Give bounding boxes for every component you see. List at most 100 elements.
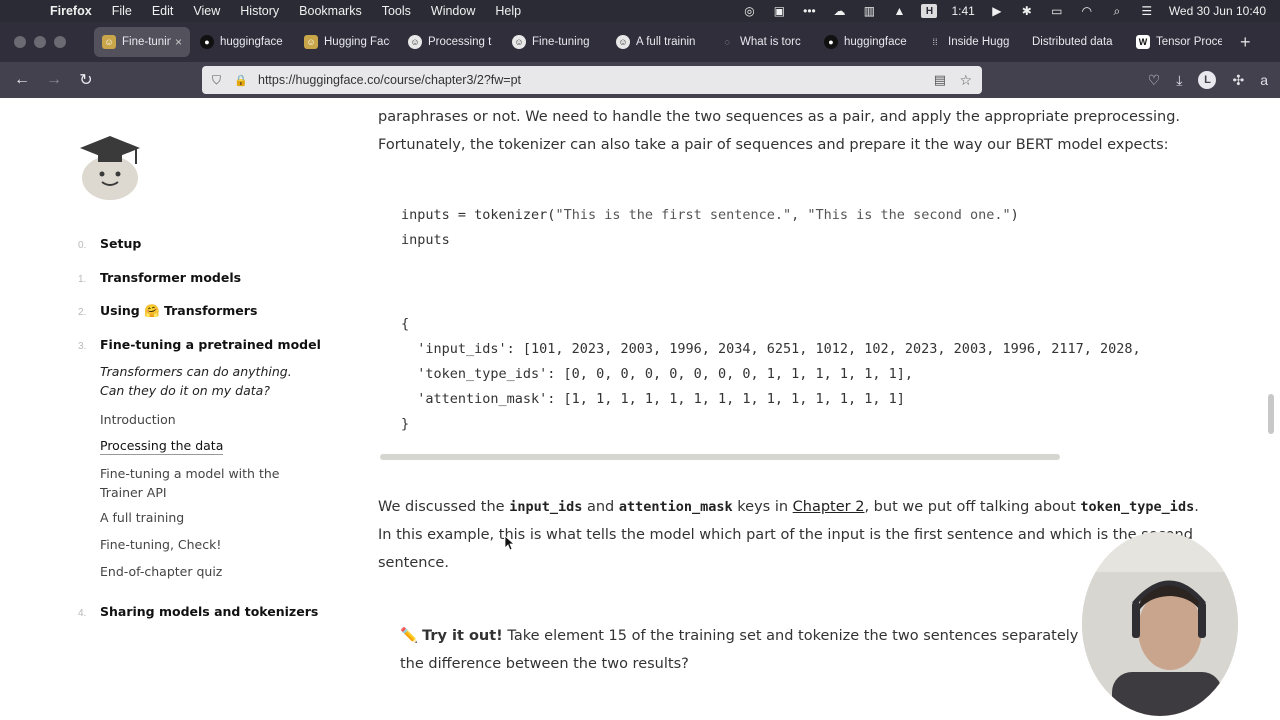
menu-bookmarks[interactable]: Bookmarks (299, 4, 362, 18)
cloud-upload-icon[interactable]: ☁ (831, 4, 847, 18)
sidebar-chapter-setup[interactable]: 0. Setup (78, 236, 141, 251)
tab-title: huggingface (220, 36, 283, 48)
chapter-label[interactable]: Sharing models and tokenizers (100, 604, 318, 619)
more-dots-icon[interactable]: ••• (801, 4, 817, 18)
hf-icon: ☺ (304, 35, 318, 49)
sidebar-chapter-sharing-models[interactable]: 4. Sharing models and tokenizers (78, 604, 318, 619)
creative-cloud-icon[interactable]: ◎ (741, 4, 757, 18)
hf-course-icon: ☺ (512, 35, 526, 49)
tab-fine-tuning-active[interactable]: ☺ Fine-tuning × (94, 27, 190, 57)
control-center-icon[interactable]: ☰ (1139, 4, 1155, 18)
sidebar-section-introduction[interactable]: Introduction (100, 410, 310, 429)
account-avatar[interactable]: L (1198, 71, 1217, 89)
tab-title: A full trainin (636, 36, 696, 48)
hours-app-icon[interactable]: H (921, 4, 938, 18)
sidebar-section-quiz[interactable]: End-of-chapter quiz (100, 562, 310, 581)
hf-icon: ☺ (102, 35, 116, 49)
downloads-icon[interactable]: ⤓ (1176, 72, 1182, 89)
menu-tools[interactable]: Tools (382, 4, 411, 18)
extensions-icon[interactable]: ✣ (1232, 72, 1244, 89)
tab-inside-hugging[interactable]: ⁞⁞ Inside Hugg (920, 27, 1022, 57)
bookmark-star-icon[interactable]: ☆ (959, 72, 972, 89)
address-bar[interactable]: ⛉ 🔒 https://huggingface.co/course/chapte… (202, 66, 982, 94)
tab-github-huggingface-2[interactable]: ● huggingface (816, 27, 918, 57)
tab-what-is-torch[interactable]: ◌ What is torc (712, 27, 814, 57)
code-output-close: } (401, 416, 410, 432)
tab-github-huggingface[interactable]: ● huggingface (192, 27, 294, 57)
sidebar-chapter-transformer-models[interactable]: 1. Transformer models (78, 270, 241, 285)
tab-distributed-data[interactable]: Distributed data (1024, 27, 1126, 57)
chapter-label[interactable]: Setup (100, 236, 141, 251)
loading-icon: ◌ (724, 37, 730, 47)
chapter-label[interactable]: Transformer models (100, 270, 241, 285)
window-manager-icon[interactable]: ▥ (861, 4, 877, 18)
tab-title: Inside Hugg (948, 36, 1010, 48)
code-horizontal-scrollbar[interactable] (380, 454, 1060, 460)
screen-capture-icon[interactable]: ▣ (771, 4, 787, 18)
close-tab-icon[interactable]: × (175, 35, 182, 49)
menu-window[interactable]: Window (431, 4, 475, 18)
menu-view[interactable]: View (193, 4, 220, 18)
timer-readout: 1:41 (951, 4, 975, 18)
tab-hugging-face[interactable]: ☺ Hugging Face (296, 27, 398, 57)
menu-edit[interactable]: Edit (152, 4, 174, 18)
chapter-label[interactable]: Fine-tuning a pretrained model (100, 337, 321, 352)
tracking-shield-icon[interactable]: ⛉ (212, 73, 230, 88)
battery-icon[interactable]: ▭ (1049, 4, 1065, 18)
menu-help[interactable]: Help (495, 4, 521, 18)
url-text[interactable]: https://huggingface.co/course/chapter3/2… (258, 73, 521, 87)
tab-tensor-processing[interactable]: W Tensor Proce (1128, 27, 1230, 57)
webcam-overlay (1082, 532, 1238, 716)
code-output-token-type-ids: 'token_type_ids': [0, 0, 0, 0, 0, 0, 0, … (401, 366, 914, 382)
sidebar-chapter-fine-tuning[interactable]: 3. Fine-tuning a pretrained model (78, 337, 321, 352)
reader-view-icon[interactable]: ▤ (934, 72, 946, 88)
code-token: inputs = tokenizer( (401, 207, 556, 223)
forward-button[interactable]: → (38, 71, 70, 89)
pocket-icon[interactable]: ♡ (1148, 72, 1161, 89)
window-controls (14, 36, 66, 48)
inline-code: token_type_ids (1080, 499, 1195, 515)
browser-toolbar: ← → ↻ ⛉ 🔒 https://huggingface.co/course/… (0, 62, 1280, 98)
play-icon[interactable]: ▶ (989, 4, 1005, 18)
extension-a-icon[interactable]: a (1260, 72, 1268, 88)
lock-icon[interactable]: 🔒 (234, 74, 250, 87)
new-tab-button[interactable]: + (1240, 32, 1251, 53)
menu-firefox[interactable]: Firefox (50, 4, 92, 18)
sidebar-chapter-using-transformers[interactable]: 2. Using 🤗 Transformers (78, 303, 257, 319)
chapter-label[interactable]: Using 🤗 Transformers (100, 303, 257, 319)
page-vertical-scrollbar[interactable] (1268, 394, 1274, 434)
back-button[interactable]: ← (6, 71, 38, 89)
code-string: "This is the second one." (807, 207, 1011, 223)
tab-full-training[interactable]: ☺ A full trainin (608, 27, 710, 57)
code-string: "This is the first sentence." (555, 207, 792, 223)
menu-clock[interactable]: Wed 30 Jun 10:40 (1169, 4, 1266, 18)
reload-button[interactable]: ↻ (70, 70, 102, 90)
zoom-window-button[interactable] (54, 36, 66, 48)
chapter-2-link[interactable]: Chapter 2 (793, 499, 865, 515)
bluetooth-icon[interactable]: ✱ (1019, 4, 1035, 18)
pencil-icon: ✏️ (400, 628, 419, 644)
tab-title: Processing t (428, 36, 492, 48)
text-run: and (582, 499, 619, 515)
sidebar-section-trainer-api[interactable]: Fine-tuning a model with the Trainer API (100, 464, 280, 502)
sidebar-section-check[interactable]: Fine-tuning, Check! (100, 535, 310, 554)
sidebar-section-processing-data[interactable]: Processing the data (100, 438, 224, 455)
toolbar-right-icons: ♡ ⤓ L ✣ a (1148, 62, 1268, 98)
wifi-icon[interactable]: ◠ (1079, 4, 1095, 18)
close-window-button[interactable] (14, 36, 26, 48)
chapter-number: 0. (78, 240, 87, 251)
tab-processing[interactable]: ☺ Processing t (400, 27, 502, 57)
sidebar-section-intro-video[interactable]: Transformers can do anything. Can they d… (100, 362, 310, 400)
chapter-number: 2. (78, 307, 87, 318)
menu-file[interactable]: File (112, 4, 132, 18)
sidebar-section-full-training[interactable]: A full training (100, 508, 310, 527)
search-icon[interactable]: ⌕ (1109, 4, 1125, 18)
tab-fine-tuning[interactable]: ☺ Fine-tuning (504, 27, 606, 57)
hf-course-logo[interactable] (78, 134, 142, 202)
vlc-icon[interactable]: ▲ (891, 4, 907, 18)
minimize-window-button[interactable] (34, 36, 46, 48)
code-output-input-ids: 'input_ids': [101, 2023, 2003, 1996, 203… (401, 341, 1141, 357)
menu-history[interactable]: History (240, 4, 279, 18)
hf-course-icon: ☺ (408, 35, 422, 49)
browser-tab-strip: ☺ Fine-tuning × ● huggingface ☺ Hugging … (0, 22, 1280, 62)
